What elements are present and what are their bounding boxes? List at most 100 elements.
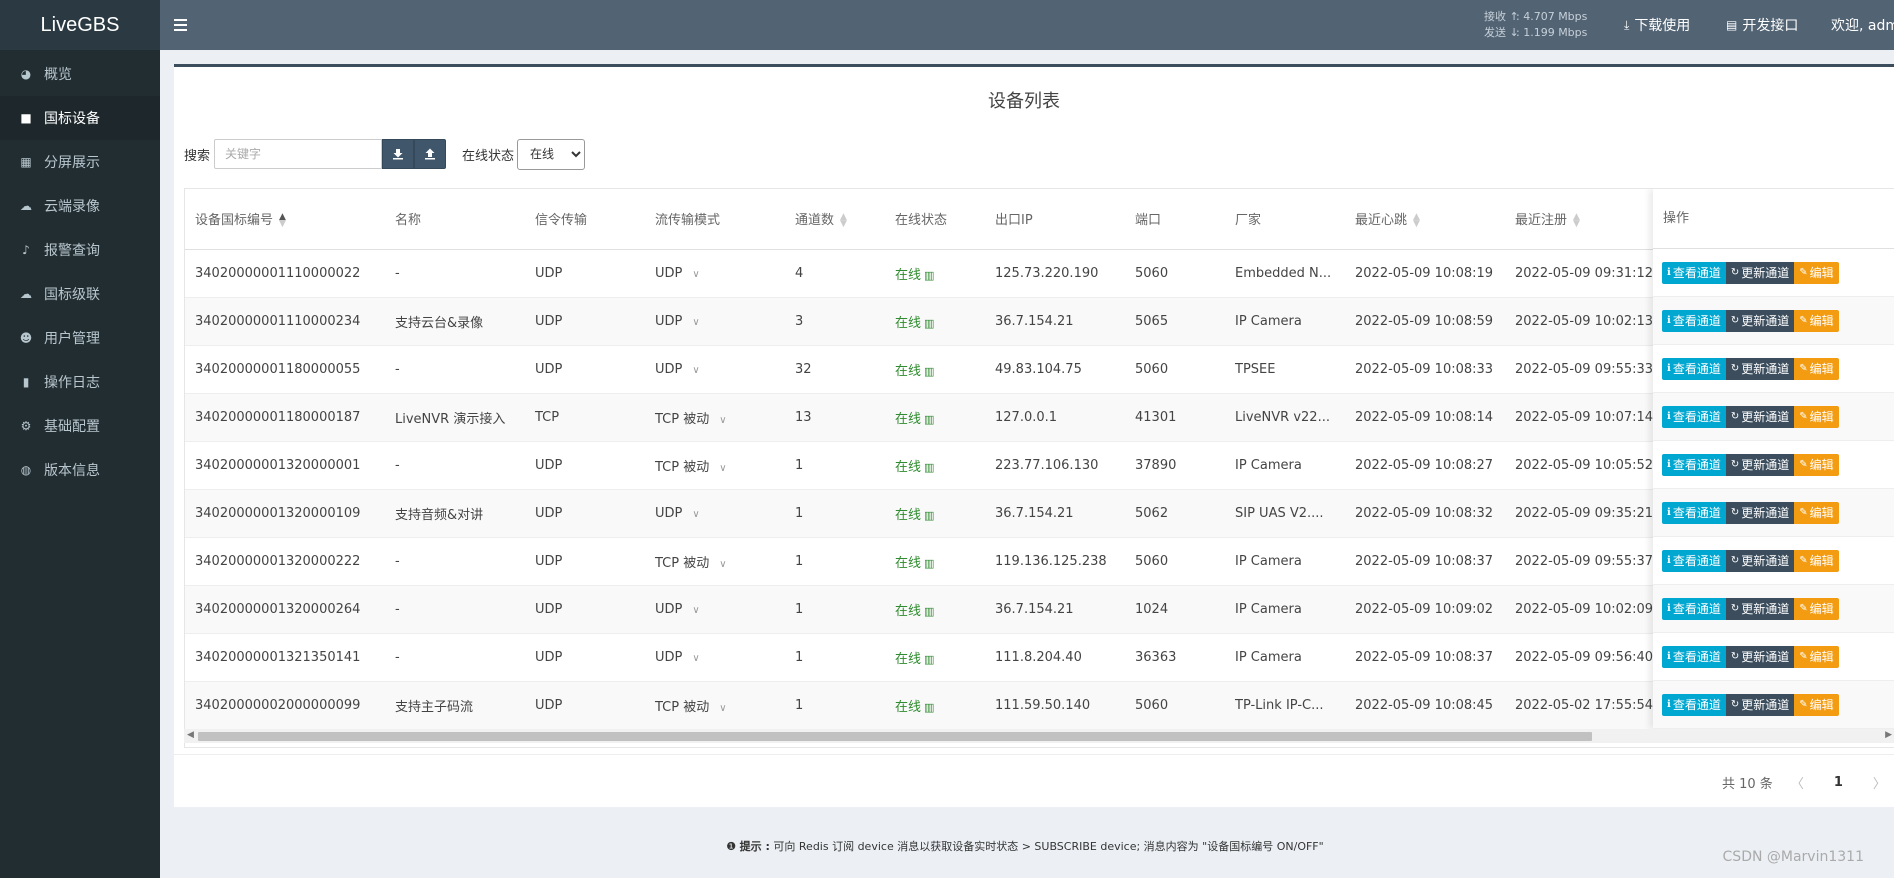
edit-button[interactable]: ✎ 编辑 [1794, 357, 1839, 380]
sidebar-item-4[interactable]: ♪ 报警查询 [0, 228, 160, 272]
export-button[interactable] [382, 139, 415, 169]
col-header-register[interactable]: 最近注册 ▲ ▼ [1505, 189, 1654, 250]
prev-page-icon[interactable]: 〈 [1791, 773, 1804, 792]
bar-chart-icon[interactable]: ▥ [924, 509, 934, 522]
chevron-down-icon[interactable]: ∨ [719, 463, 726, 474]
cell-ip-value: 36.7.154.21 [995, 601, 1074, 617]
cell-name: 支持云台&录像 [385, 297, 525, 346]
bar-chart-icon[interactable]: ▥ [924, 365, 934, 378]
bar-chart-icon[interactable]: ▥ [924, 701, 934, 714]
sidebar-item-2[interactable]: ▦ 分屏展示 [0, 140, 160, 184]
cell-stream[interactable]: TCP 被动 ∨ [645, 537, 785, 586]
view-channels-button[interactable]: ℹ 查看通道 [1662, 453, 1726, 476]
col-header-channels[interactable]: 通道数 ▲ ▼ [785, 189, 885, 250]
cell-stream[interactable]: UDP ∨ [645, 297, 785, 346]
col-header-heartbeat[interactable]: 最近心跳 ▲ ▼ [1345, 189, 1505, 250]
sidebar-item-label: 操作日志 [44, 375, 100, 391]
view-channels-button[interactable]: ℹ 查看通道 [1662, 357, 1726, 380]
view-channels-button[interactable]: ℹ 查看通道 [1662, 549, 1726, 572]
sidebar-item-8[interactable]: ⚙ 基础配置 [0, 404, 160, 448]
app-logo[interactable]: LiveGBS [0, 0, 160, 50]
chevron-down-icon[interactable]: ∨ [692, 365, 699, 376]
search-input[interactable] [214, 139, 383, 169]
view-channels-button[interactable]: ℹ 查看通道 [1662, 309, 1726, 332]
view-channels-button[interactable]: ℹ 查看通道 [1662, 597, 1726, 620]
bar-chart-icon[interactable]: ▥ [924, 269, 934, 282]
download-link[interactable]: ⤓ 下载使用 [1624, 0, 1690, 50]
cell-stream[interactable]: UDP ∨ [645, 249, 785, 298]
sidebar-item-5[interactable]: ☁ 国标级联 [0, 272, 160, 316]
chevron-down-icon[interactable]: ∨ [692, 269, 699, 280]
bar-chart-icon[interactable]: ▥ [924, 413, 934, 426]
view-channels-button[interactable]: ℹ 查看通道 [1662, 261, 1726, 284]
edit-button-label: 编辑 [1809, 314, 1834, 328]
menu-toggle-icon[interactable] [174, 14, 194, 36]
cell-stream[interactable]: TCP 被动 ∨ [645, 393, 785, 442]
bar-chart-icon[interactable]: ▥ [924, 653, 934, 666]
update-channels-button[interactable]: ↻ 更新通道 [1725, 693, 1795, 716]
view-channels-button[interactable]: ℹ 查看通道 [1662, 501, 1726, 524]
next-page-icon[interactable]: 〉 [1873, 773, 1886, 792]
cell-stream[interactable]: TCP 被动 ∨ [645, 681, 785, 730]
update-channels-button[interactable]: ↻ 更新通道 [1725, 453, 1795, 476]
cell-stream[interactable]: UDP ∨ [645, 345, 785, 394]
edit-button[interactable]: ✎ 编辑 [1794, 261, 1839, 284]
view-channels-button[interactable]: ℹ 查看通道 [1662, 693, 1726, 716]
update-channels-button[interactable]: ↻ 更新通道 [1725, 549, 1795, 572]
update-channels-button[interactable]: ↻ 更新通道 [1725, 357, 1795, 380]
update-channels-button[interactable]: ↻ 更新通道 [1725, 405, 1795, 428]
status-filter-select[interactable]: 在线 [517, 138, 586, 170]
edit-button[interactable]: ✎ 编辑 [1794, 309, 1839, 332]
edit-button[interactable]: ✎ 编辑 [1794, 453, 1839, 476]
table-header-row: 设备国标编号 ▲ ▼ 名称 信令传输 流传输模式 通道数 ▲ ▼ 在线状态 出口IP 端… [185, 189, 1654, 250]
update-channels-button[interactable]: ↻ 更新通道 [1725, 261, 1795, 284]
edit-button[interactable]: ✎ 编辑 [1794, 501, 1839, 524]
sidebar-item-7[interactable]: ▮ 操作日志 [0, 360, 160, 404]
import-button[interactable] [414, 139, 447, 169]
sidebar-item-3[interactable]: ☁ 云端录像 [0, 184, 160, 228]
cell-register: 2022-05-09 10:05:52 [1505, 441, 1654, 490]
cell-stream-value: TCP 被动 [655, 459, 710, 475]
api-link[interactable]: ▤ 开发接口 [1726, 0, 1798, 50]
chevron-down-icon[interactable]: ∨ [692, 653, 699, 664]
horizontal-scrollbar[interactable]: ◀ ▶ [184, 729, 1894, 743]
bar-chart-icon[interactable]: ▥ [924, 317, 934, 330]
sidebar-item-1[interactable]: ■ 国标设备 [0, 96, 160, 140]
view-channels-button[interactable]: ℹ 查看通道 [1662, 405, 1726, 428]
edit-button[interactable]: ✎ 编辑 [1794, 693, 1839, 716]
update-channels-button[interactable]: ↻ 更新通道 [1725, 597, 1795, 620]
cell-stream[interactable]: UDP ∨ [645, 633, 785, 682]
update-channels-button[interactable]: ↻ 更新通道 [1725, 645, 1795, 668]
chevron-down-icon[interactable]: ∨ [719, 559, 726, 570]
edit-button[interactable]: ✎ 编辑 [1794, 405, 1839, 428]
bar-chart-icon[interactable]: ▥ [924, 461, 934, 474]
cell-name-value: - [395, 361, 400, 377]
bar-chart-icon[interactable]: ▥ [924, 605, 934, 618]
user-menu[interactable]: 欢迎, adm [1831, 0, 1894, 50]
chevron-down-icon[interactable]: ∨ [692, 605, 699, 616]
edit-button[interactable]: ✎ 编辑 [1794, 645, 1839, 668]
chevron-down-icon[interactable]: ∨ [692, 317, 699, 328]
cell-stream[interactable]: UDP ∨ [645, 585, 785, 634]
sidebar-item-6[interactable]: ☻ 用户管理 [0, 316, 160, 360]
sidebar-item-9[interactable]: ◍ 版本信息 [0, 448, 160, 492]
page-number[interactable]: 1 [1834, 775, 1843, 790]
chevron-down-icon[interactable]: ∨ [719, 415, 726, 426]
chevron-down-icon[interactable]: ∨ [692, 509, 699, 520]
cell-stream[interactable]: UDP ∨ [645, 489, 785, 538]
update-channels-button[interactable]: ↻ 更新通道 [1725, 501, 1795, 524]
edit-button[interactable]: ✎ 编辑 [1794, 549, 1839, 572]
view-channels-button[interactable]: ℹ 查看通道 [1662, 645, 1726, 668]
bar-chart-icon[interactable]: ▥ [924, 557, 934, 570]
update-channels-button[interactable]: ↻ 更新通道 [1725, 309, 1795, 332]
scroll-left-icon[interactable]: ◀ [187, 730, 194, 740]
sidebar-item-0[interactable]: ◕ 概览 [0, 52, 160, 96]
col-header-id[interactable]: 设备国标编号 ▲ ▼ [185, 189, 385, 250]
recv-value: : 4.707 Mbps [1516, 10, 1588, 23]
cell-stream[interactable]: TCP 被动 ∨ [645, 441, 785, 490]
edit-button[interactable]: ✎ 编辑 [1794, 597, 1839, 620]
scrollbar-thumb[interactable] [198, 732, 1592, 741]
scroll-right-icon[interactable]: ▶ [1885, 730, 1892, 740]
cell-name-value: 支持主子码流 [395, 699, 474, 715]
chevron-down-icon[interactable]: ∨ [719, 703, 726, 714]
